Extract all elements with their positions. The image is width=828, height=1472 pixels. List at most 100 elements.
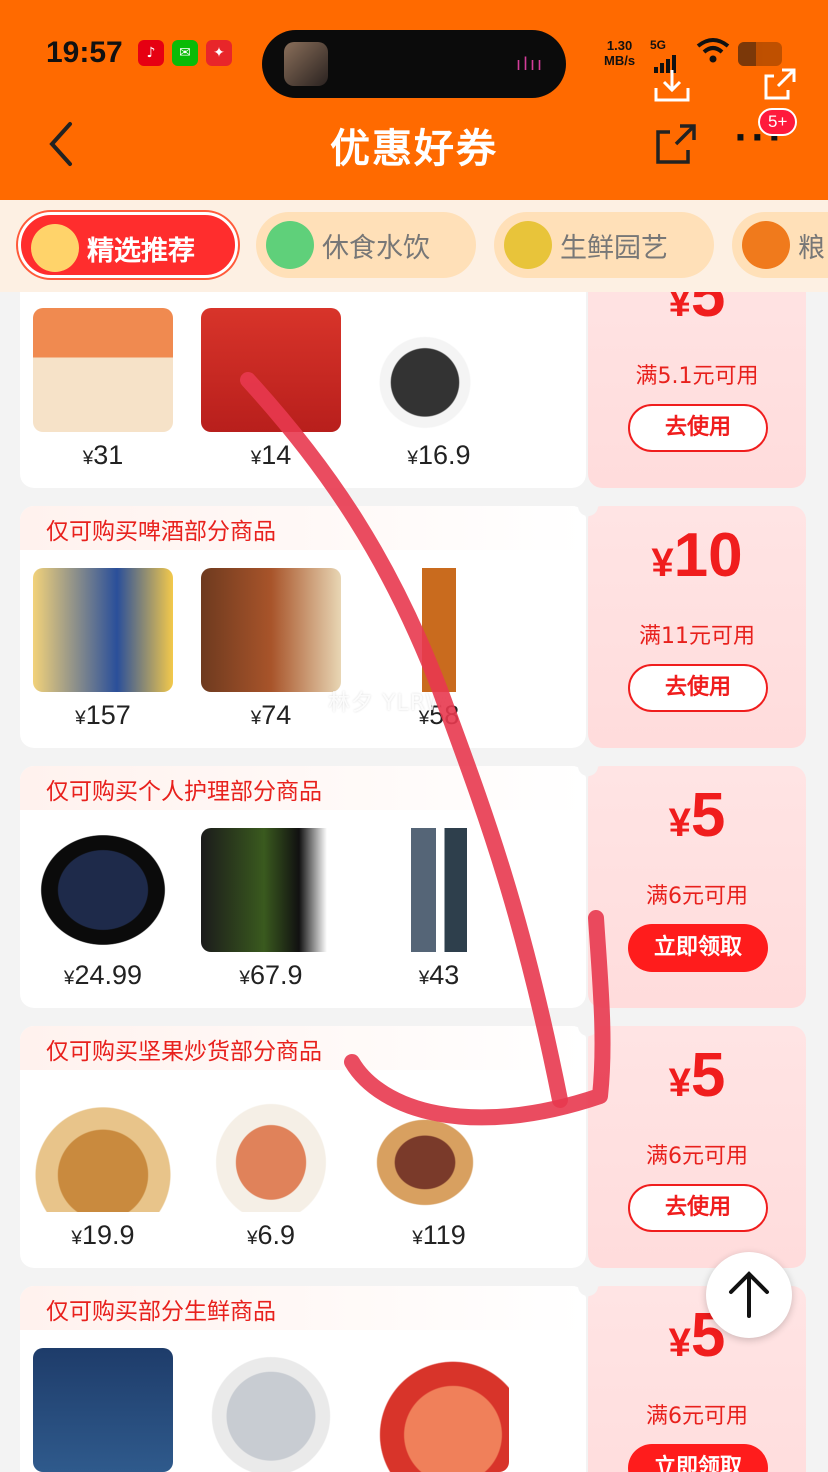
product-image — [33, 308, 173, 432]
product-price: ¥67.9 — [239, 960, 303, 990]
netease-music-icon: ♪ — [138, 40, 164, 66]
product-item[interactable] — [28, 1348, 178, 1472]
coupon-amount: ¥10 — [651, 521, 743, 590]
product-item[interactable]: ¥16.9 — [364, 308, 514, 471]
product-price: ¥24.99 — [63, 960, 143, 990]
coupon-scope: 仅可购买啤酒部分商品 — [20, 506, 586, 550]
tab-snacks-drinks[interactable]: 休食水饮 — [256, 212, 476, 278]
tab-label: 休食水饮 — [322, 233, 430, 264]
app-badge-icon: ✦ — [206, 40, 232, 66]
wifi-icon — [696, 36, 730, 71]
use-coupon-button[interactable]: 去使用 — [628, 404, 768, 452]
tab-label: 粮 — [798, 233, 825, 264]
coupon-products: 仅可购买啤酒部分商品 ¥157 ¥74 ¥58 — [20, 506, 586, 748]
product-item[interactable]: ¥43 — [364, 828, 514, 991]
top-header: 19:57 ♪ ✉ ✦ ılıı 1.30 MB/s 5G 优惠好券 ··· 5… — [0, 0, 828, 200]
coupon-products: 仅可购买个人护理部分商品 ¥24.99 ¥67.9 ¥43 — [20, 766, 586, 1008]
tab-label: 生鲜园艺 — [560, 233, 668, 264]
arrow-up-icon — [729, 1271, 769, 1318]
audio-wave-icon: ılıı — [515, 54, 544, 75]
coupon-products: 仅可购买部分生鲜商品 — [20, 1286, 586, 1472]
tab-fresh-garden[interactable]: 生鲜园艺 — [494, 212, 714, 278]
share-icon[interactable] — [654, 122, 698, 166]
product-image — [33, 1348, 173, 1472]
product-price: ¥14 — [250, 440, 292, 470]
network-type: 5G — [650, 38, 667, 52]
category-tabs: 精选推荐 休食水饮 生鲜园艺 粮 — [0, 200, 828, 292]
coupon-condition: 满6元可用 — [646, 1144, 748, 1169]
wechat-icon: ✉ — [172, 40, 198, 66]
grain-icon — [742, 221, 790, 269]
tab-grain[interactable]: 粮 — [732, 212, 828, 278]
product-price: ¥157 — [75, 700, 131, 730]
product-image — [369, 828, 509, 952]
net-speed: 1.30 MB/s — [604, 38, 636, 68]
product-image — [33, 568, 173, 692]
product-image — [369, 308, 509, 432]
snack-icon — [266, 221, 314, 269]
battery-icon — [738, 42, 782, 66]
coupon-amount: ¥5 — [668, 292, 726, 330]
product-price: ¥74 — [250, 700, 292, 730]
now-playing-thumbnail — [284, 42, 328, 86]
product-image — [201, 308, 341, 432]
page-title: 优惠好券 — [330, 126, 498, 172]
product-item[interactable]: ¥119 — [364, 1088, 514, 1251]
product-item[interactable]: ¥67.9 — [196, 828, 346, 991]
download-icon[interactable] — [652, 68, 692, 104]
product-image — [201, 568, 341, 692]
product-price: ¥6.9 — [246, 1220, 296, 1250]
status-bar: 19:57 ♪ ✉ ✦ ılıı 1.30 MB/s 5G — [0, 30, 828, 98]
coupon-condition: 满5.1元可用 — [635, 364, 759, 389]
coupon-card: ¥31 ¥14 ¥16.9 ¥5 满5.1元可用 去使用 — [20, 292, 806, 488]
product-image — [201, 1088, 341, 1212]
product-item[interactable] — [364, 1348, 514, 1472]
coupon-products: ¥31 ¥14 ¥16.9 — [20, 292, 586, 488]
share-top-icon[interactable] — [760, 64, 800, 104]
product-item[interactable]: ¥74 — [196, 568, 346, 731]
scroll-to-top-button[interactable] — [706, 1252, 792, 1338]
product-item[interactable]: ¥157 — [28, 568, 178, 731]
product-item[interactable]: ¥6.9 — [196, 1088, 346, 1251]
product-item[interactable] — [196, 1348, 346, 1472]
product-item[interactable]: ¥31 — [28, 308, 178, 471]
coupon-scope: 仅可购买部分生鲜商品 — [20, 1286, 586, 1330]
coupon-card: 仅可购买个人护理部分商品 ¥24.99 ¥67.9 ¥43 ¥5 满6元可用 立… — [20, 756, 806, 1008]
product-price: ¥119 — [412, 1220, 466, 1250]
durian-icon — [504, 221, 552, 269]
tab-label: 精选推荐 — [87, 236, 195, 267]
coupon-condition: 满11元可用 — [639, 624, 755, 649]
use-coupon-button[interactable]: 去使用 — [628, 664, 768, 712]
coupon-condition: 满6元可用 — [646, 1404, 748, 1429]
product-item[interactable]: ¥24.99 — [28, 828, 178, 991]
tab-featured[interactable]: 精选推荐 — [18, 212, 238, 278]
product-item[interactable]: ¥19.9 — [28, 1088, 178, 1251]
watermark: 林夕 YLRW — [328, 691, 448, 716]
product-price: ¥16.9 — [407, 440, 471, 470]
coupon-value-panel: ¥5 满6元可用 立即领取 — [578, 756, 806, 1008]
coupon-card: 仅可购买部分生鲜商品 ¥5 满6元可用 立即领取 — [20, 1276, 806, 1472]
dynamic-island: ılıı — [262, 30, 566, 98]
product-image — [33, 828, 173, 952]
claim-coupon-button[interactable]: 立即领取 — [628, 1444, 768, 1472]
status-time: 19:57 — [46, 36, 123, 69]
coupon-products: 仅可购买坚果炒货部分商品 ¥19.9 ¥6.9 ¥119 — [20, 1026, 586, 1268]
coupon-amount: ¥5 — [668, 781, 726, 850]
coupon-card: 仅可购买坚果炒货部分商品 ¥19.9 ¥6.9 ¥119 ¥5 满6元可用 去使… — [20, 1016, 806, 1268]
product-price: ¥19.9 — [71, 1220, 135, 1250]
coupon-scope: 仅可购买个人护理部分商品 — [20, 766, 586, 810]
coupon-amount: ¥5 — [668, 1041, 726, 1110]
use-coupon-button[interactable]: 去使用 — [628, 1184, 768, 1232]
product-item[interactable]: ¥14 — [196, 308, 346, 471]
coupon-value-panel: ¥5 满5.1元可用 去使用 — [588, 292, 806, 488]
product-image — [33, 1088, 173, 1212]
product-image — [369, 568, 509, 692]
claim-coupon-button[interactable]: 立即领取 — [628, 924, 768, 972]
coupon-list: ¥31 ¥14 ¥16.9 ¥5 满5.1元可用 去使用 仅可购买啤酒部分商品 … — [0, 292, 828, 1472]
product-image — [201, 1348, 341, 1472]
product-image — [369, 1348, 509, 1472]
product-image — [369, 1088, 509, 1212]
coupon-value-panel: ¥10 满11元可用 去使用 — [578, 496, 806, 748]
coupon-icon — [31, 224, 79, 272]
coupon-value-panel: ¥5 满6元可用 去使用 — [578, 1016, 806, 1268]
